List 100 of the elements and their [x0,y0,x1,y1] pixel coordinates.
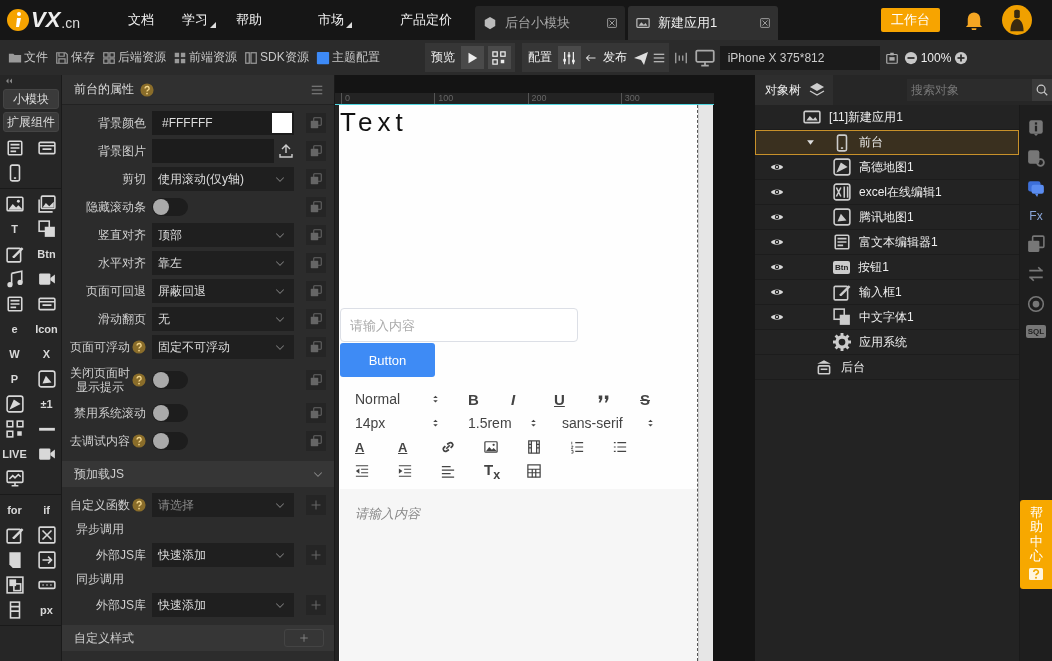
format-button[interactable]: U [554,390,597,408]
component-icon[interactable]: if [33,500,60,520]
help-icon[interactable] [140,82,154,97]
tree-row[interactable]: Btn 按钮1 [755,255,1019,280]
qr-code-icon[interactable] [5,420,24,438]
copy-button[interactable] [306,113,326,133]
component-icon[interactable]: X [33,344,60,364]
camera-icon[interactable] [884,50,899,65]
copy-button[interactable] [306,281,326,301]
menu-icon[interactable] [310,83,324,96]
nav-link[interactable]: 文档 [122,0,164,40]
toggle-switch[interactable] [152,432,188,450]
tree-row[interactable]: 应用系统 [755,330,1019,355]
dropdown[interactable]: 固定不可浮动 [152,335,294,359]
tree-row[interactable]: excel在线编辑1 [755,180,1019,205]
zoom-out-icon[interactable] [903,50,918,65]
toolbar-button[interactable]: 前端资源 [171,49,239,66]
tool-icon[interactable]: SQL [1025,325,1047,338]
dropdown[interactable]: 快速添加 [152,593,294,617]
cross-box-icon[interactable] [37,526,56,544]
image-icon[interactable] [5,195,24,213]
copy-button[interactable] [306,169,326,189]
copy-button[interactable] [306,225,326,245]
nav-link[interactable]: 学习 [176,0,218,40]
palette-button[interactable]: 小模块 [2,89,59,109]
section-header[interactable]: 预加载JS [62,461,334,487]
format-button[interactable]: A [398,439,441,455]
help-icon[interactable] [132,340,146,354]
video-icon[interactable] [37,270,56,288]
menu-icon[interactable] [652,51,665,64]
dropdown[interactable]: 快速添加 [152,543,294,567]
translate-icon[interactable] [37,220,56,238]
settings-button[interactable] [557,46,581,69]
help-icon[interactable] [132,498,146,512]
play-button[interactable] [460,46,484,69]
toolbar-button[interactable]: 文件 [6,49,50,66]
format-button[interactable]: S [640,390,683,408]
upload-icon[interactable] [278,143,294,159]
nav-link[interactable]: 市场 [312,0,354,40]
tree-row[interactable]: 输入框1 [755,280,1019,305]
color-field[interactable]: #FFFFFF [152,111,294,135]
layers-icon[interactable] [5,576,24,594]
expand-triangle-icon[interactable] [806,138,815,147]
dropdown[interactable]: 屏蔽回退 [152,279,294,303]
monitor-icon[interactable] [5,470,24,488]
toggle-switch[interactable] [152,371,188,389]
music-icon[interactable] [5,270,24,288]
tree-row[interactable]: 中文字体1 [755,305,1019,330]
split-icon[interactable] [673,50,688,65]
device-field[interactable]: iPhone X 375*812 [719,45,880,70]
video-icon[interactable] [37,445,56,463]
search-field[interactable]: 搜索对象 [907,79,1032,101]
tool-icon[interactable]: Fx [1029,209,1043,223]
format-select[interactable]: 1.5rem [468,415,538,431]
search-button[interactable] [1032,79,1052,101]
component-icon[interactable]: LIVE [1,444,28,464]
document-tab[interactable]: 后台小模块 [475,6,625,40]
monitor-icon[interactable] [694,47,715,68]
scrollbar[interactable] [698,105,713,661]
copy-button[interactable] [306,370,326,390]
component-icon[interactable]: Btn [33,244,60,264]
images-icon[interactable] [37,195,56,213]
format-button[interactable]: T$_{x}$ [484,460,527,482]
toolbar-button[interactable]: 保存 [53,49,97,66]
section-header[interactable]: 自定义样式 [62,625,334,651]
config-button[interactable]: 配置 [525,49,554,66]
swap-icon[interactable] [1027,265,1045,283]
toolbar-button[interactable]: SDK资源 [242,49,311,66]
pencil-icon[interactable] [5,526,24,544]
copy-button[interactable] [306,431,326,451]
format-button[interactable]: I [511,390,554,408]
component-icon[interactable]: P [1,369,28,389]
collapse-icon[interactable] [4,77,14,85]
panel-tab[interactable]: 对象树 [755,75,833,105]
copy-button[interactable] [306,253,326,273]
format-select[interactable]: Normal [355,391,440,407]
document-icon[interactable] [5,139,24,157]
preview-button[interactable]: 预览 [428,49,457,66]
format-button[interactable]: A [355,439,398,455]
format-button[interactable]: B [468,390,511,408]
info-settings-icon[interactable] [1027,149,1045,167]
format-select[interactable]: sans-serif [562,415,655,431]
component-icon[interactable]: ±1 [33,394,60,414]
format-select[interactable]: 14px [355,415,440,431]
dropdown[interactable]: 顶部 [152,223,294,247]
zoom-in-icon[interactable] [954,50,969,65]
logo-icon[interactable] [6,8,30,32]
editor-area[interactable]: 请输入内容 [340,489,697,661]
nav-link[interactable]: 产品定价 [394,0,462,40]
tree-row[interactable]: 高德地图1 [755,155,1019,180]
info-icon[interactable] [1027,119,1045,137]
component-icon[interactable]: e [1,319,28,339]
tree-row[interactable]: 富文本编辑器1 [755,230,1019,255]
component-icon[interactable]: Icon [33,319,60,339]
document-tab[interactable]: 新建应用1 [628,6,778,40]
tree-row[interactable]: 前台 [755,130,1019,155]
toolbar-button[interactable]: 后端资源 [100,49,168,66]
component-icon[interactable]: W [1,344,28,364]
publish-button[interactable]: 发布 [600,49,629,66]
copy-button[interactable] [306,141,326,161]
